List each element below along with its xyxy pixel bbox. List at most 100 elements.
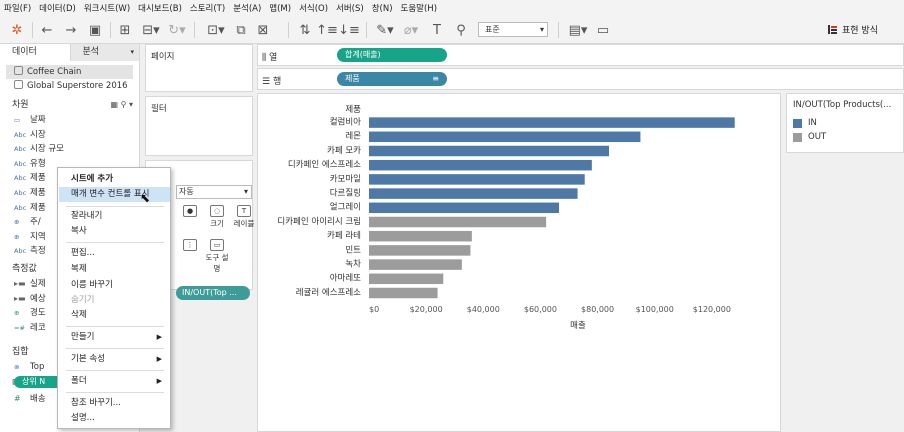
- folder-icon: ▸▬: [14, 293, 26, 303]
- globe-icon: ⊕: [14, 232, 20, 241]
- category-label: 디카페인 에스프레소: [288, 159, 361, 170]
- tab-data[interactable]: 데이터: [0, 44, 70, 61]
- menu-story[interactable]: 스토리(T): [190, 2, 225, 14]
- menu-worksheet[interactable]: 워크시트(W): [84, 2, 130, 14]
- detail-icon: ⋮: [183, 239, 197, 251]
- save-icon[interactable]: ▣: [86, 21, 104, 39]
- sort-descending-icon[interactable]: ↓≡: [338, 21, 360, 39]
- menu-item-add-to-sheet[interactable]: 시트에 추가: [59, 172, 170, 187]
- bar[interactable]: [369, 245, 471, 256]
- bar[interactable]: [369, 159, 592, 171]
- group-icon[interactable]: ⌀▾: [400, 21, 422, 39]
- bar[interactable]: [369, 117, 735, 128]
- rows-label: ☰ 행: [262, 77, 282, 87]
- legend-swatch: [793, 132, 802, 142]
- menu-help[interactable]: 도움말(H): [401, 2, 437, 14]
- menu-item-edit[interactable]: 편집...: [59, 246, 170, 261]
- datasource-icon: [14, 80, 23, 89]
- menu-analysis[interactable]: 분석(A): [233, 2, 261, 14]
- refresh-icon[interactable]: ↻▾: [166, 21, 188, 39]
- legend-item[interactable]: IN: [787, 116, 903, 130]
- menu-data[interactable]: 데이터(D): [39, 2, 76, 14]
- x-tick-label: $100,000: [636, 305, 674, 314]
- field-item[interactable]: Abc 시장: [0, 128, 139, 143]
- size-button[interactable]: ◌ 크기: [203, 203, 231, 231]
- rows-pill[interactable]: 제품 ≡: [337, 72, 447, 86]
- menu-server[interactable]: 서버(S): [336, 2, 364, 14]
- legend-swatch: [793, 118, 802, 128]
- bar[interactable]: [369, 273, 444, 285]
- x-tick-label: $60,000: [524, 305, 557, 314]
- bar[interactable]: [369, 188, 578, 199]
- color-icon: ●: [183, 205, 197, 217]
- filters-shelf[interactable]: 필터: [145, 96, 253, 156]
- label-button[interactable]: T 레이블: [230, 203, 258, 231]
- columns-shelf[interactable]: ⫼ 열 합계(매출): [257, 44, 904, 66]
- marks-color-pill[interactable]: IN/OUT(Top ...: [176, 286, 250, 300]
- bar[interactable]: [369, 202, 559, 214]
- rows-shelf[interactable]: ☰ 행 제품 ≡: [257, 68, 904, 90]
- show-me-button[interactable]: 표현 방식: [828, 23, 878, 36]
- datasource-item[interactable]: Coffee Chain: [6, 65, 133, 79]
- label-icon[interactable]: T: [428, 21, 446, 39]
- show-cards-icon[interactable]: ▤▾: [566, 21, 590, 39]
- menu-item-folder[interactable]: 폴더 ▶: [59, 374, 170, 389]
- pin-icon[interactable]: ⚲: [452, 21, 470, 39]
- clear-sheet-icon[interactable]: ⊠: [254, 21, 272, 39]
- search-icon[interactable]: ▦ ⚲ ▾: [110, 97, 133, 113]
- pause-updates-icon[interactable]: ⊟▾: [140, 21, 162, 39]
- sort-icon: ≡: [432, 74, 439, 83]
- fit-select[interactable]: 표준: [478, 22, 548, 37]
- category-label: 레몬: [345, 132, 361, 142]
- bar[interactable]: [369, 131, 641, 143]
- menu-file[interactable]: 파일(F): [4, 2, 31, 14]
- tooltip-button[interactable]: ▭ 도구 설명: [203, 237, 231, 273]
- bar[interactable]: [369, 287, 438, 299]
- presentation-icon[interactable]: ▭: [594, 21, 612, 39]
- category-label: 레귤러 에스프레소: [296, 288, 361, 298]
- new-datasource-icon[interactable]: ⊞: [116, 21, 134, 39]
- menu-window[interactable]: 창(N): [372, 2, 393, 14]
- sort-ascending-icon[interactable]: ↑≡: [316, 21, 338, 39]
- bar[interactable]: [369, 216, 547, 228]
- legend-item[interactable]: OUT: [787, 130, 903, 144]
- field-item[interactable]: Abc 시장 규모: [0, 142, 139, 157]
- menu-item-describe[interactable]: 설명...: [59, 411, 170, 426]
- datasource-item[interactable]: Global Superstore 2016: [0, 79, 139, 93]
- marks-type-select[interactable]: 자동: [176, 185, 252, 199]
- menu-item-show-parameter-control[interactable]: 매개 변수 컨트롤 표시: [59, 187, 170, 202]
- menu-item-cut[interactable]: 잘라내기: [59, 209, 170, 224]
- tab-analytics[interactable]: 분석: [69, 44, 139, 61]
- pages-shelf[interactable]: 페이지: [145, 44, 253, 92]
- detail-button[interactable]: ⋮: [176, 237, 204, 265]
- menu-item-replace-references[interactable]: 참조 바꾸기...: [59, 396, 170, 411]
- undo-icon[interactable]: ←: [38, 21, 56, 39]
- menu-item-rename[interactable]: 이름 바꾸기: [59, 278, 170, 293]
- bar[interactable]: [369, 174, 585, 185]
- globe-icon: ⊕: [14, 309, 20, 318]
- bar[interactable]: [369, 230, 472, 242]
- menu-format[interactable]: 서식(O): [299, 2, 328, 14]
- calendar-icon: ▭: [14, 116, 21, 124]
- menu-dashboard[interactable]: 대시보드(B): [138, 2, 182, 14]
- dimensions-header: 차원 ▦ ⚲ ▾: [0, 97, 139, 113]
- menu-map[interactable]: 맵(M): [269, 2, 291, 14]
- menu-item-default-properties[interactable]: 기본 속성 ▶: [59, 352, 170, 367]
- duplicate-icon[interactable]: ⧉: [232, 21, 250, 39]
- field-item[interactable]: ▭ 날짜: [0, 113, 139, 128]
- row-header: 제품: [345, 105, 361, 115]
- menu-item-delete[interactable]: 삭제: [59, 308, 170, 323]
- columns-pill[interactable]: 합계(매출): [337, 48, 447, 62]
- bar[interactable]: [369, 145, 609, 157]
- tableau-logo-icon[interactable]: ✲: [8, 21, 26, 39]
- redo-icon[interactable]: →: [62, 21, 80, 39]
- color-button[interactable]: ●: [176, 203, 204, 231]
- new-worksheet-icon[interactable]: ⊡▾: [204, 21, 228, 39]
- menu-item-copy[interactable]: 복사: [59, 224, 170, 239]
- bar[interactable]: [369, 259, 462, 270]
- show-me-icon: [828, 25, 837, 34]
- menu-item-duplicate[interactable]: 복제: [59, 262, 170, 277]
- highlight-icon[interactable]: ✎▾: [374, 21, 396, 39]
- menu-item-create[interactable]: 만들기 ▶: [59, 330, 170, 345]
- swap-icon[interactable]: ⇅: [296, 21, 314, 39]
